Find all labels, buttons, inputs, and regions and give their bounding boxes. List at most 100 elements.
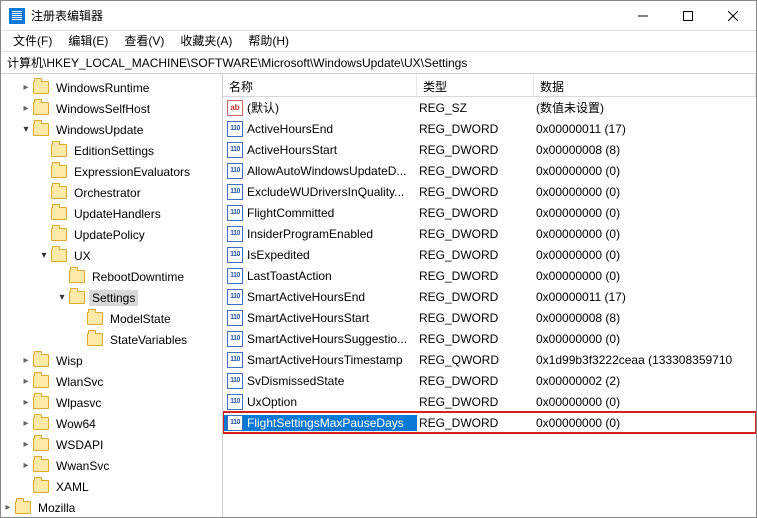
tree-node[interactable]: Mozilla <box>1 497 222 517</box>
chevron-right-icon[interactable] <box>19 82 33 93</box>
tree-pane[interactable]: WindowsRuntimeWindowsSelfHostWindowsUpda… <box>1 74 223 517</box>
address-bar[interactable]: 计算机\HKEY_LOCAL_MACHINE\SOFTWARE\Microsof… <box>1 52 756 74</box>
tree-node[interactable]: Settings <box>1 287 222 308</box>
main-split: WindowsRuntimeWindowsSelfHostWindowsUpda… <box>1 74 756 517</box>
value-type: REG_DWORD <box>417 143 534 157</box>
tree-node[interactable]: WlanSvc <box>1 371 222 392</box>
menu-file[interactable]: 文件(F) <box>5 31 60 52</box>
tree-node[interactable]: Wow64 <box>1 413 222 434</box>
value-row[interactable]: (默认)REG_SZ(数值未设置) <box>223 97 756 118</box>
tree-node[interactable]: RebootDowntime <box>1 266 222 287</box>
value-row[interactable]: LastToastActionREG_DWORD0x00000000 (0) <box>223 265 756 286</box>
value-row[interactable]: IsExpeditedREG_DWORD0x00000000 (0) <box>223 244 756 265</box>
tree-node[interactable]: Orchestrator <box>1 182 222 203</box>
chevron-right-icon[interactable] <box>19 397 33 408</box>
folder-icon <box>33 396 49 409</box>
folder-icon <box>69 270 85 283</box>
chevron-right-icon[interactable] <box>19 439 33 450</box>
tree-node[interactable]: UpdateHandlers <box>1 203 222 224</box>
tree-node-label: WwanSvc <box>53 458 112 474</box>
value-data: 0x00000000 (0) <box>534 206 756 220</box>
tree-node[interactable]: ExpressionEvaluators <box>1 161 222 182</box>
value-row[interactable]: FlightCommittedREG_DWORD0x00000000 (0) <box>223 202 756 223</box>
column-header-type[interactable]: 类型 <box>417 74 534 96</box>
tree-node[interactable]: XAML <box>1 476 222 497</box>
value-row[interactable]: InsiderProgramEnabledREG_DWORD0x00000000… <box>223 223 756 244</box>
folder-icon <box>69 291 85 304</box>
menu-view[interactable]: 查看(V) <box>116 31 172 52</box>
tree-node[interactable]: WwanSvc <box>1 455 222 476</box>
menu-edit[interactable]: 编辑(E) <box>60 31 116 52</box>
binary-value-icon <box>227 184 243 200</box>
chevron-down-icon[interactable] <box>55 292 69 303</box>
tree-node[interactable]: StateVariables <box>1 329 222 350</box>
value-row[interactable]: SmartActiveHoursTimestampREG_QWORD0x1d99… <box>223 349 756 370</box>
value-name: LastToastAction <box>247 269 332 283</box>
tree-node-label: UpdateHandlers <box>71 206 164 222</box>
value-name-cell: ActiveHoursEnd <box>223 121 417 137</box>
tree-node[interactable]: UX <box>1 245 222 266</box>
maximize-button[interactable] <box>665 1 710 30</box>
value-row[interactable]: ExcludeWUDriversInQuality...REG_DWORD0x0… <box>223 181 756 202</box>
chevron-right-icon[interactable] <box>19 376 33 387</box>
folder-icon <box>33 102 49 115</box>
value-row[interactable]: SmartActiveHoursStartREG_DWORD0x00000008… <box>223 307 756 328</box>
value-row[interactable]: ActiveHoursEndREG_DWORD0x00000011 (17) <box>223 118 756 139</box>
value-list[interactable]: (默认)REG_SZ(数值未设置)ActiveHoursEndREG_DWORD… <box>223 97 756 517</box>
chevron-right-icon[interactable] <box>19 460 33 471</box>
value-row[interactable]: UxOptionREG_DWORD0x00000000 (0) <box>223 391 756 412</box>
value-data: 0x00000000 (0) <box>534 395 756 409</box>
tree-node-label: ExpressionEvaluators <box>71 164 193 180</box>
menu-help[interactable]: 帮助(H) <box>240 31 297 52</box>
value-type: REG_DWORD <box>417 122 534 136</box>
window-controls <box>620 1 756 30</box>
binary-value-icon <box>227 415 243 431</box>
value-row[interactable]: SvDismissedStateREG_DWORD0x00000002 (2) <box>223 370 756 391</box>
tree-node[interactable]: UpdatePolicy <box>1 224 222 245</box>
value-data: (数值未设置) <box>534 99 756 116</box>
close-button[interactable] <box>710 1 756 30</box>
tree-node[interactable]: WindowsSelfHost <box>1 98 222 119</box>
value-name: FlightSettingsMaxPauseDays <box>247 416 404 430</box>
column-header-data[interactable]: 数据 <box>534 74 756 96</box>
value-row[interactable]: SmartActiveHoursSuggestio...REG_DWORD0x0… <box>223 328 756 349</box>
tree-node-label: Settings <box>89 290 138 306</box>
chevron-right-icon[interactable] <box>19 355 33 366</box>
value-name-cell: InsiderProgramEnabled <box>223 226 417 242</box>
value-row[interactable]: ActiveHoursStartREG_DWORD0x00000008 (8) <box>223 139 756 160</box>
chevron-right-icon[interactable] <box>1 502 15 513</box>
value-data: 0x00000000 (0) <box>534 164 756 178</box>
value-row[interactable]: AllowAutoWindowsUpdateD...REG_DWORD0x000… <box>223 160 756 181</box>
value-name: ExcludeWUDriversInQuality... <box>247 185 404 199</box>
column-header-name[interactable]: 名称 <box>223 74 417 96</box>
value-data: 0x00000000 (0) <box>534 227 756 241</box>
minimize-button[interactable] <box>620 1 665 30</box>
chevron-down-icon[interactable] <box>37 250 51 261</box>
value-row[interactable]: FlightSettingsMaxPauseDaysREG_DWORD0x000… <box>223 412 756 433</box>
tree-node-label: Wisp <box>53 353 86 369</box>
binary-value-icon <box>227 226 243 242</box>
chevron-right-icon[interactable] <box>19 418 33 429</box>
value-type: REG_DWORD <box>417 311 534 325</box>
folder-icon <box>33 375 49 388</box>
tree-node-label: Wow64 <box>53 416 99 432</box>
binary-value-icon <box>227 373 243 389</box>
tree-node[interactable]: ModelState <box>1 308 222 329</box>
tree-node[interactable]: WindowsRuntime <box>1 77 222 98</box>
folder-icon <box>51 186 67 199</box>
chevron-right-icon[interactable] <box>19 103 33 114</box>
tree-node[interactable]: Wlpasvc <box>1 392 222 413</box>
tree-node[interactable]: Wisp <box>1 350 222 371</box>
tree-node[interactable]: WindowsUpdate <box>1 119 222 140</box>
chevron-down-icon[interactable] <box>19 124 33 135</box>
value-type: REG_DWORD <box>417 269 534 283</box>
tree-node[interactable]: WSDAPI <box>1 434 222 455</box>
tree-node[interactable]: EditionSettings <box>1 140 222 161</box>
menu-favorites[interactable]: 收藏夹(A) <box>172 31 240 52</box>
value-name-cell: SmartActiveHoursSuggestio... <box>223 331 417 347</box>
value-type: REG_DWORD <box>417 206 534 220</box>
value-row[interactable]: SmartActiveHoursEndREG_DWORD0x00000011 (… <box>223 286 756 307</box>
folder-icon <box>87 312 103 325</box>
value-name-cell: (默认) <box>223 99 417 116</box>
value-name: SmartActiveHoursSuggestio... <box>247 332 407 346</box>
